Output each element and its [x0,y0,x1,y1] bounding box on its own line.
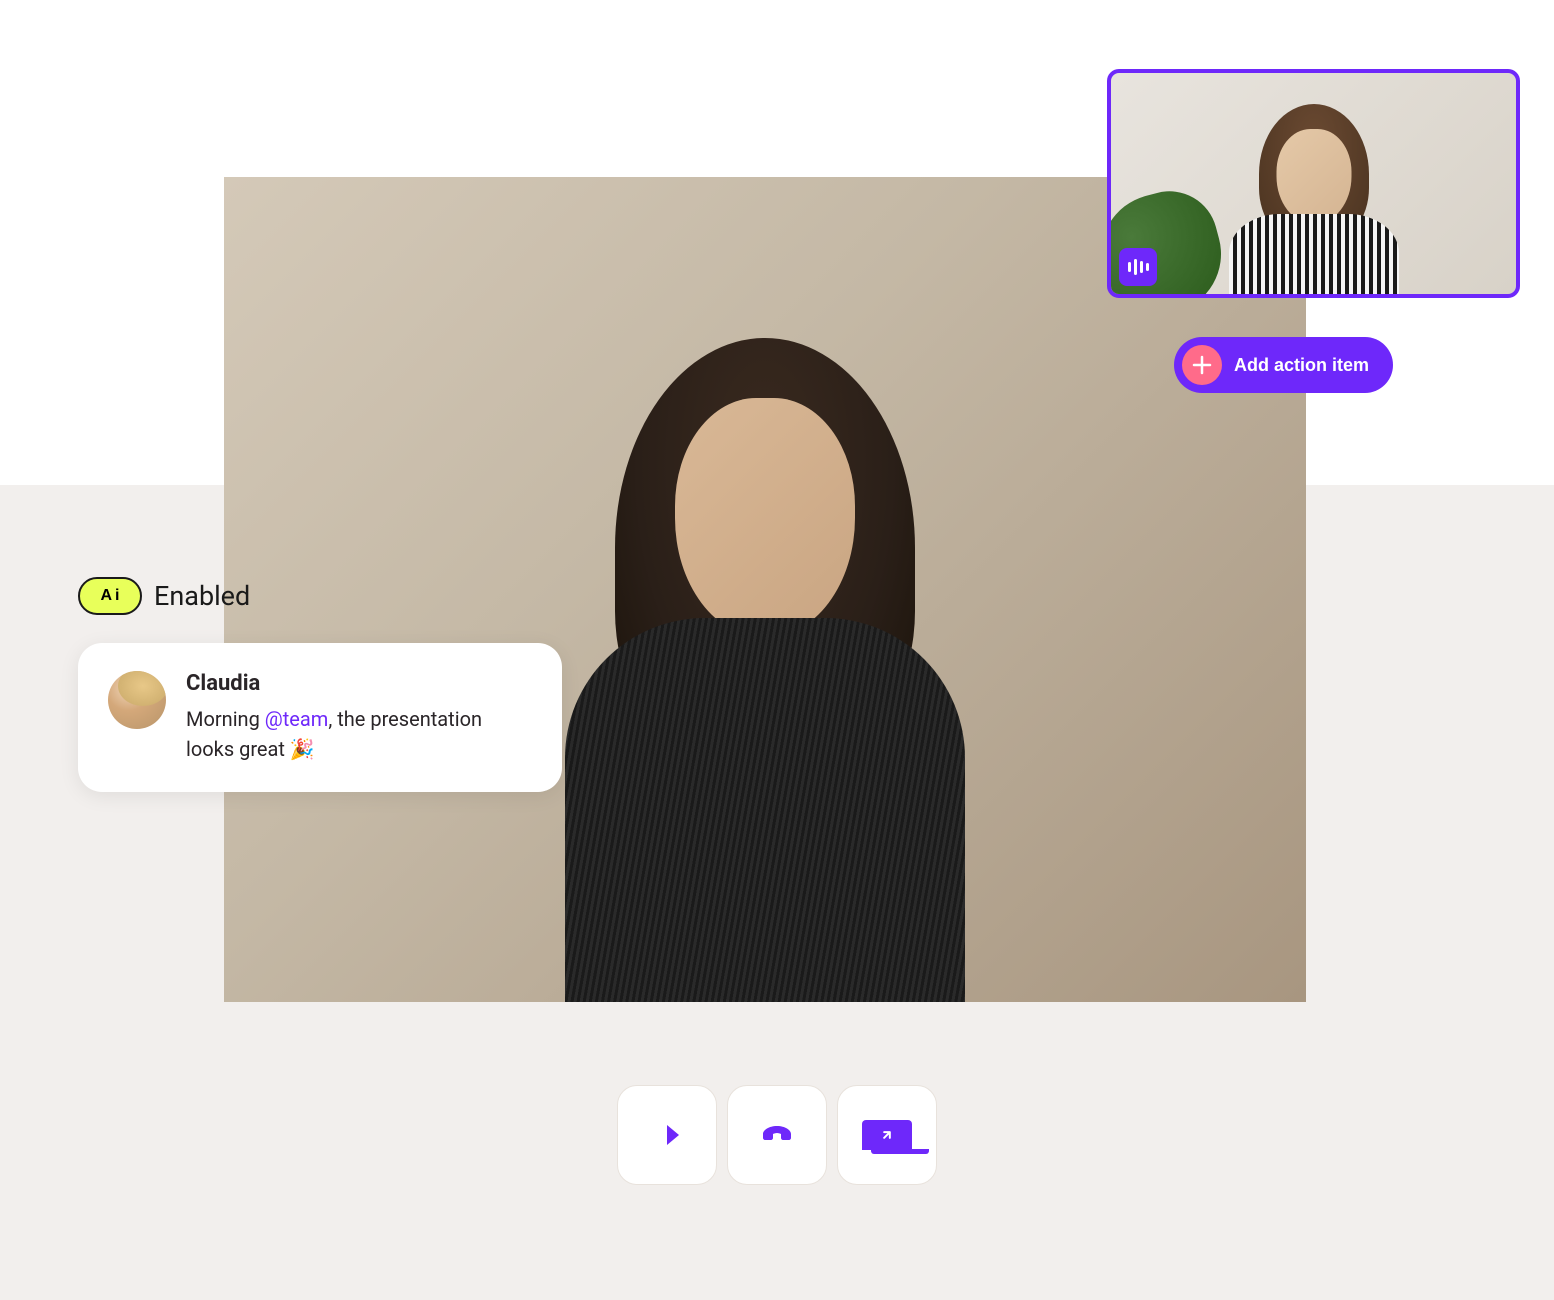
chat-sender-name: Claudia [186,671,532,696]
chat-message-text: Morning @team, the presentation looks gr… [186,704,532,764]
chat-mention[interactable]: @team [265,707,329,731]
ai-enabled-badge: A i Enabled [78,577,250,615]
pip-video-feed[interactable] [1107,69,1520,298]
chat-message-card: Claudia Morning @team, the presentation … [78,643,562,792]
audio-activity-icon [1119,248,1157,286]
ai-icon: A i [78,577,142,615]
end-call-button[interactable] [727,1085,827,1185]
pip-participant-video [1239,94,1389,294]
screen-share-icon [862,1120,912,1150]
ai-enabled-label: Enabled [154,580,250,612]
main-participant-video [575,298,955,798]
plus-icon [1182,345,1222,385]
add-action-item-label: Add action item [1234,355,1369,376]
phone-hangup-icon [755,1112,799,1159]
screen-share-button[interactable] [837,1085,937,1185]
video-toggle-button[interactable] [617,1085,717,1185]
chat-avatar [108,671,166,729]
call-control-bar [617,1085,937,1185]
add-action-item-button[interactable]: Add action item [1174,337,1393,393]
main-video-feed [224,177,1306,1002]
